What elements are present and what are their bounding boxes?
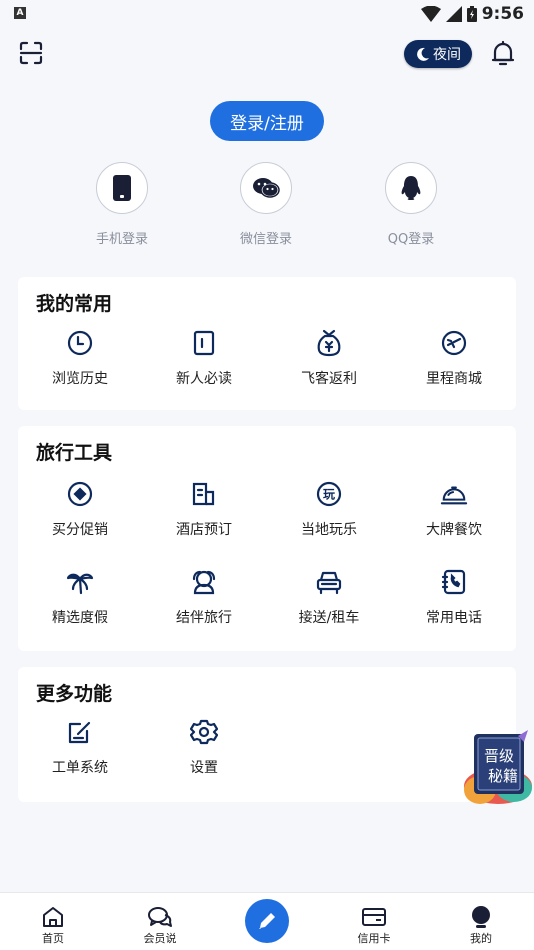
scan-button[interactable]	[18, 40, 44, 66]
qq-icon	[401, 176, 421, 200]
section-title: 旅行工具	[36, 442, 113, 464]
dining-cloche-icon	[440, 486, 468, 505]
grid-item-companion-travel[interactable]: 结伴旅行	[142, 568, 266, 627]
diamond-circle-icon	[67, 481, 93, 507]
grid-item-local-fun[interactable]: 玩 当地玩乐	[267, 480, 391, 539]
qq-login-option[interactable]: QQ登录	[361, 162, 461, 247]
grid-item-ticket-system[interactable]: 工单系统	[18, 718, 142, 777]
hotel-icon	[192, 482, 215, 506]
clock-icon	[67, 330, 93, 356]
pencil-icon	[259, 913, 275, 929]
phone-icon	[113, 175, 131, 201]
compose-fab-button[interactable]	[245, 899, 289, 943]
wechat-login-label: 微信登录	[239, 232, 292, 247]
status-time: 9:56	[481, 4, 524, 24]
svg-text:秘籍: 秘籍	[488, 767, 518, 785]
svg-text:玩: 玩	[323, 488, 335, 502]
play-badge-icon: 玩	[316, 481, 342, 507]
grid-item-cashback[interactable]: 飞客返利	[267, 329, 391, 388]
svg-text:晋级: 晋级	[484, 747, 514, 765]
grid-item-points-promo[interactable]: 买分促销	[18, 480, 142, 539]
chat-icon	[148, 907, 172, 927]
grid-item-settings[interactable]: 设置	[142, 718, 266, 777]
plane-circle-icon	[441, 330, 467, 356]
night-mode-label: 夜间	[433, 47, 461, 63]
grid-item-browse-history[interactable]: 浏览历史	[18, 329, 142, 388]
companion-icon	[192, 570, 216, 595]
battery-icon	[466, 6, 477, 22]
phone-login-label: 手机登录	[95, 232, 148, 247]
grid-item-newbie-guide[interactable]: 新人必读	[142, 329, 266, 388]
notification-button[interactable]	[490, 40, 516, 68]
wechat-login-option[interactable]: 微信登录	[216, 162, 316, 247]
grid-item-vacation[interactable]: 精选度假	[18, 568, 142, 627]
phone-login-option[interactable]: 手机登录	[72, 162, 172, 247]
scan-icon	[19, 41, 43, 65]
credit-card-icon	[362, 908, 386, 926]
money-bag-icon	[317, 329, 341, 357]
section-title: 我的常用	[36, 293, 113, 315]
more-section-card: 更多功能 工单系统 设置	[18, 667, 516, 802]
edit-ticket-icon	[68, 721, 91, 744]
book-icon	[193, 330, 215, 356]
home-icon	[43, 907, 63, 927]
nav-home[interactable]: 首页	[13, 905, 93, 946]
nav-credit-card[interactable]: 信用卡	[334, 905, 414, 946]
top-bar: 夜间	[0, 36, 534, 72]
wifi-icon	[420, 6, 441, 22]
status-bar: A 9:56	[0, 0, 534, 28]
wechat-icon	[253, 178, 280, 198]
palm-tree-icon	[66, 573, 94, 595]
bell-icon	[491, 40, 515, 66]
grid-item-mileage-mall[interactable]: 里程商城	[392, 329, 516, 388]
night-mode-toggle[interactable]: 夜间	[404, 40, 472, 68]
profile-icon	[472, 906, 490, 928]
settings-icon	[190, 719, 218, 745]
qq-login-label: QQ登录	[387, 232, 435, 247]
common-section-card: 我的常用 浏览历史 新人必读 飞客返利 里程商城	[18, 277, 516, 410]
car-icon	[316, 571, 342, 595]
notification-badge: A	[14, 7, 26, 19]
grid-item-transfer-car-rental[interactable]: 接送/租车	[267, 568, 391, 627]
grid-item-hotel-booking[interactable]: 酒店预订	[142, 480, 266, 539]
login-register-button[interactable]: 登录/注册	[210, 101, 324, 141]
nav-mine[interactable]: 我的	[441, 905, 521, 946]
nav-member-talk[interactable]: 会员说	[120, 905, 200, 946]
grid-item-frequent-phones[interactable]: 常用电话	[392, 568, 516, 627]
upgrade-guide-promo[interactable]: 晋级 秘籍	[458, 728, 534, 808]
signal-icon	[445, 6, 462, 22]
travel-section-card: 旅行工具 买分促销 酒店预订 玩 当地玩乐 大牌餐饮 精选度假 结伴旅行 接送/…	[18, 426, 516, 651]
promo-book-icon: 晋级 秘籍	[464, 730, 532, 804]
section-title: 更多功能	[36, 683, 113, 705]
phone-book-icon	[441, 569, 466, 595]
grid-item-dining[interactable]: 大牌餐饮	[392, 480, 516, 539]
moon-icon	[417, 47, 429, 61]
